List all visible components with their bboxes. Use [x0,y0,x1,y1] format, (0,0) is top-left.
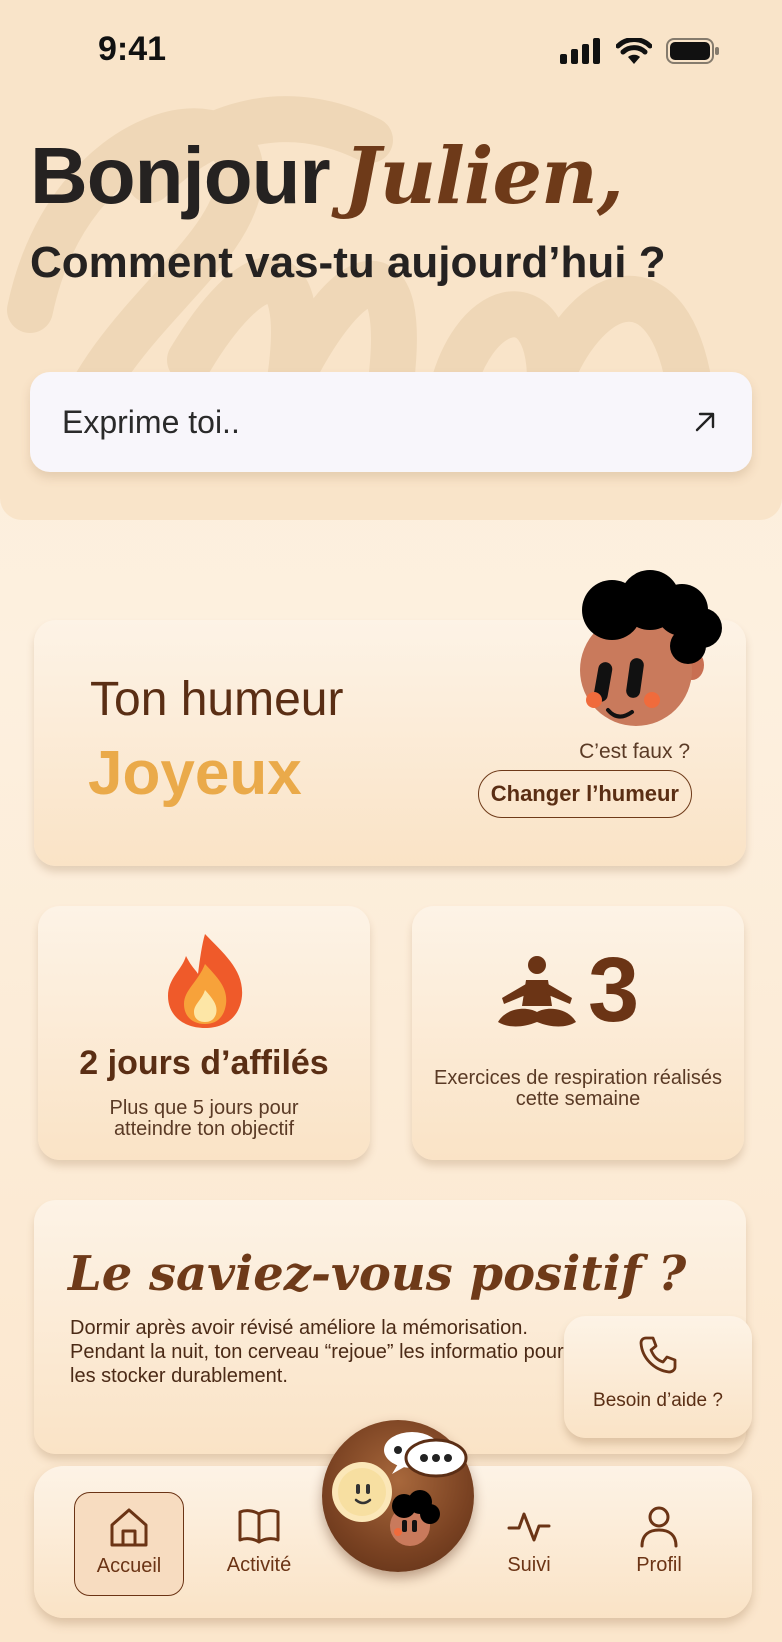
nav-label-suivi: Suivi [507,1554,551,1576]
status-time: 9:41 [98,30,167,68]
mood-title: Ton humeur [90,673,344,726]
greeting-heading: Bonjour Julien, [30,130,624,222]
avatar-face-icon [580,570,722,726]
express-input-container[interactable] [30,372,752,472]
greeting-hello: Bonjour [30,131,331,220]
nav-label-activite: Activité [226,1554,292,1576]
arrow-up-right-icon[interactable] [690,407,720,437]
status-bar: 9:41 [0,0,782,100]
activity-icon [507,1512,551,1542]
fact-body: Dormir après avoir révisé améliore la mé… [70,1317,564,1387]
mood-question: C’est faux ? [579,740,690,763]
change-mood-button[interactable]: Changer l’humeur [477,770,692,818]
nav-item-accueil[interactable]: Accueil [74,1492,184,1596]
signal-icon [560,38,600,64]
streak-title: 2 jours d’affilés [79,1044,329,1082]
book-icon [238,1509,280,1544]
flame-icon [168,934,243,1028]
nav-label-profil: Profil [636,1554,682,1576]
greeting-name: Julien, [343,131,624,222]
nav-item-suivi[interactable]: Suivi [474,1492,584,1596]
phone-icon [639,1336,677,1374]
streak-subtitle: Plus que 5 jours pour atteindre ton obje… [109,1097,299,1140]
status-icons [560,38,720,64]
nav-item-activite[interactable]: Activité [204,1492,314,1596]
meditation-icon [498,956,576,1027]
streak-card: 2 jours d’affilés Plus que 5 jours pour … [38,906,370,1160]
user-icon [640,1506,678,1548]
home-icon [110,1508,148,1547]
breathing-subtitle: Exercices de respiration réalisés cette … [434,1067,722,1110]
companion-chat-icon [332,1432,468,1546]
greeting-question: Comment vas-tu aujourd’hui ? [30,238,666,287]
nav-item-profil[interactable]: Profil [604,1492,714,1596]
wifi-icon [616,38,652,64]
help-label: Besoin d’aide ? [593,1390,723,1411]
battery-icon [666,38,719,64]
breathing-count: 3 [588,939,640,1041]
chat-companion-button[interactable] [322,1420,474,1572]
express-input[interactable] [62,403,690,441]
nav-label-accueil: Accueil [96,1555,162,1577]
fact-title: Le saviez-vous positif ? [68,1246,687,1302]
mood-value: Joyeux [88,739,302,808]
breathing-card: 3 Exercices de respiration réalisés cett… [412,906,744,1160]
help-button[interactable]: Besoin d’aide ? [564,1316,752,1438]
